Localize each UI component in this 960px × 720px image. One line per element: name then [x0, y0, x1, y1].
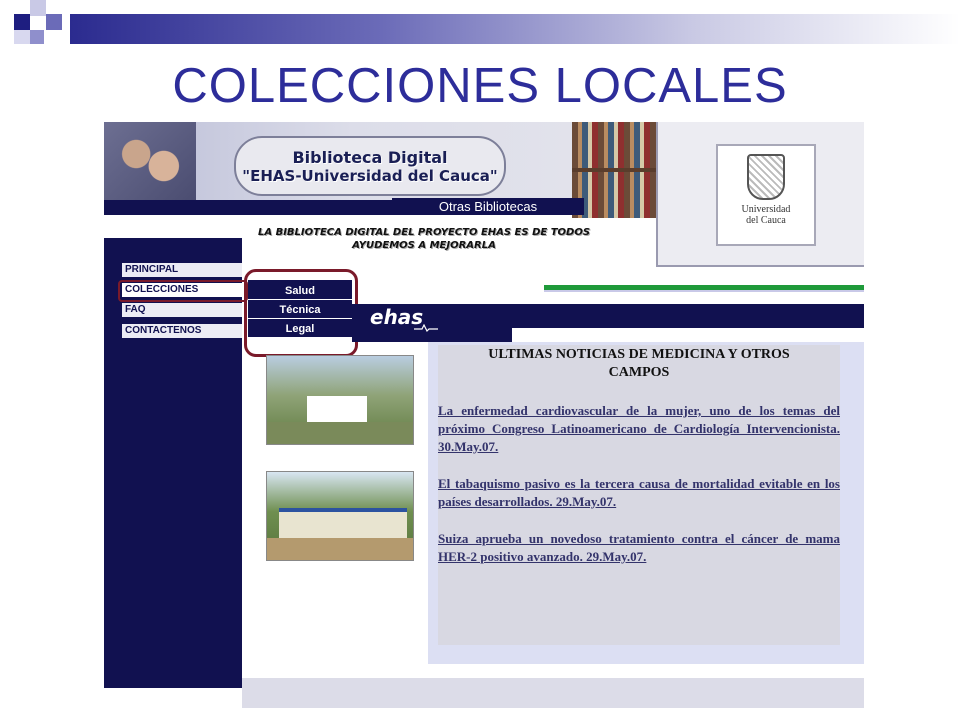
logo-line-1: Biblioteca Digital	[292, 147, 448, 167]
deco-square	[30, 0, 46, 16]
sidebar-item-principal[interactable]: PRINCIPAL	[122, 263, 242, 277]
news-title: ULTIMAS NOTICIAS DE MEDICINA Y OTROS CAM…	[438, 346, 840, 382]
village-building-photo	[266, 471, 414, 561]
library-logo[interactable]: Biblioteca Digital "EHAS-Universidad del…	[234, 136, 506, 196]
university-name: Universidad del Cauca	[742, 204, 791, 226]
deco-square	[14, 30, 30, 44]
tagline-line-2: AYUDEMOS A MEJORARLA	[352, 240, 496, 251]
university-line-2: del Cauca	[746, 215, 786, 226]
deco-square	[30, 30, 44, 44]
news-link-2[interactable]: El tabaquismo pasivo es la tercera causa…	[438, 475, 840, 511]
website-screenshot: Biblioteca Digital "EHAS-Universidad del…	[104, 122, 864, 708]
bookshelf-image	[572, 122, 660, 218]
logo-line-2: "EHAS-Universidad del Cauca"	[242, 166, 498, 185]
other-libraries-link[interactable]: Otras Bibliotecas	[392, 198, 584, 215]
slide-title: COLECCIONES LOCALES	[172, 59, 788, 113]
colecciones-highlight	[118, 280, 248, 302]
university-line-1: Universidad	[741, 204, 791, 215]
news-link-1[interactable]: La enfermedad cardiovascular de la mujer…	[438, 402, 840, 456]
children-photo	[104, 122, 196, 202]
blue-divider	[544, 290, 864, 292]
sidebar-item-contactenos[interactable]: CONTACTENOS	[122, 324, 242, 338]
tagline: LA BIBLIOTECA DIGITAL DEL PROYECTO EHAS …	[254, 226, 594, 252]
footer-strip	[242, 678, 864, 708]
deco-square	[46, 14, 62, 30]
news-link-3[interactable]: Suiza aprueba un novedoso tratamiento co…	[438, 530, 840, 566]
submenu-highlight	[244, 269, 358, 357]
news-title-line-2: CAMPOS	[608, 365, 670, 380]
news-title-line-1: ULTIMAS NOTICIAS DE MEDICINA Y OTROS	[488, 347, 790, 362]
pulse-wave-icon	[414, 324, 438, 332]
university-panel: Universidad del Cauca	[656, 122, 864, 267]
sidebar-item-faq[interactable]: FAQ	[122, 303, 242, 317]
health-post-photo	[266, 355, 414, 445]
tagline-line-1: LA BIBLIOTECA DIGITAL DEL PROYECTO EHAS …	[257, 227, 591, 238]
crest-icon	[747, 154, 785, 200]
deco-square	[14, 14, 30, 30]
deco-gradient-bar	[70, 14, 960, 44]
university-crest[interactable]: Universidad del Cauca	[716, 144, 816, 246]
